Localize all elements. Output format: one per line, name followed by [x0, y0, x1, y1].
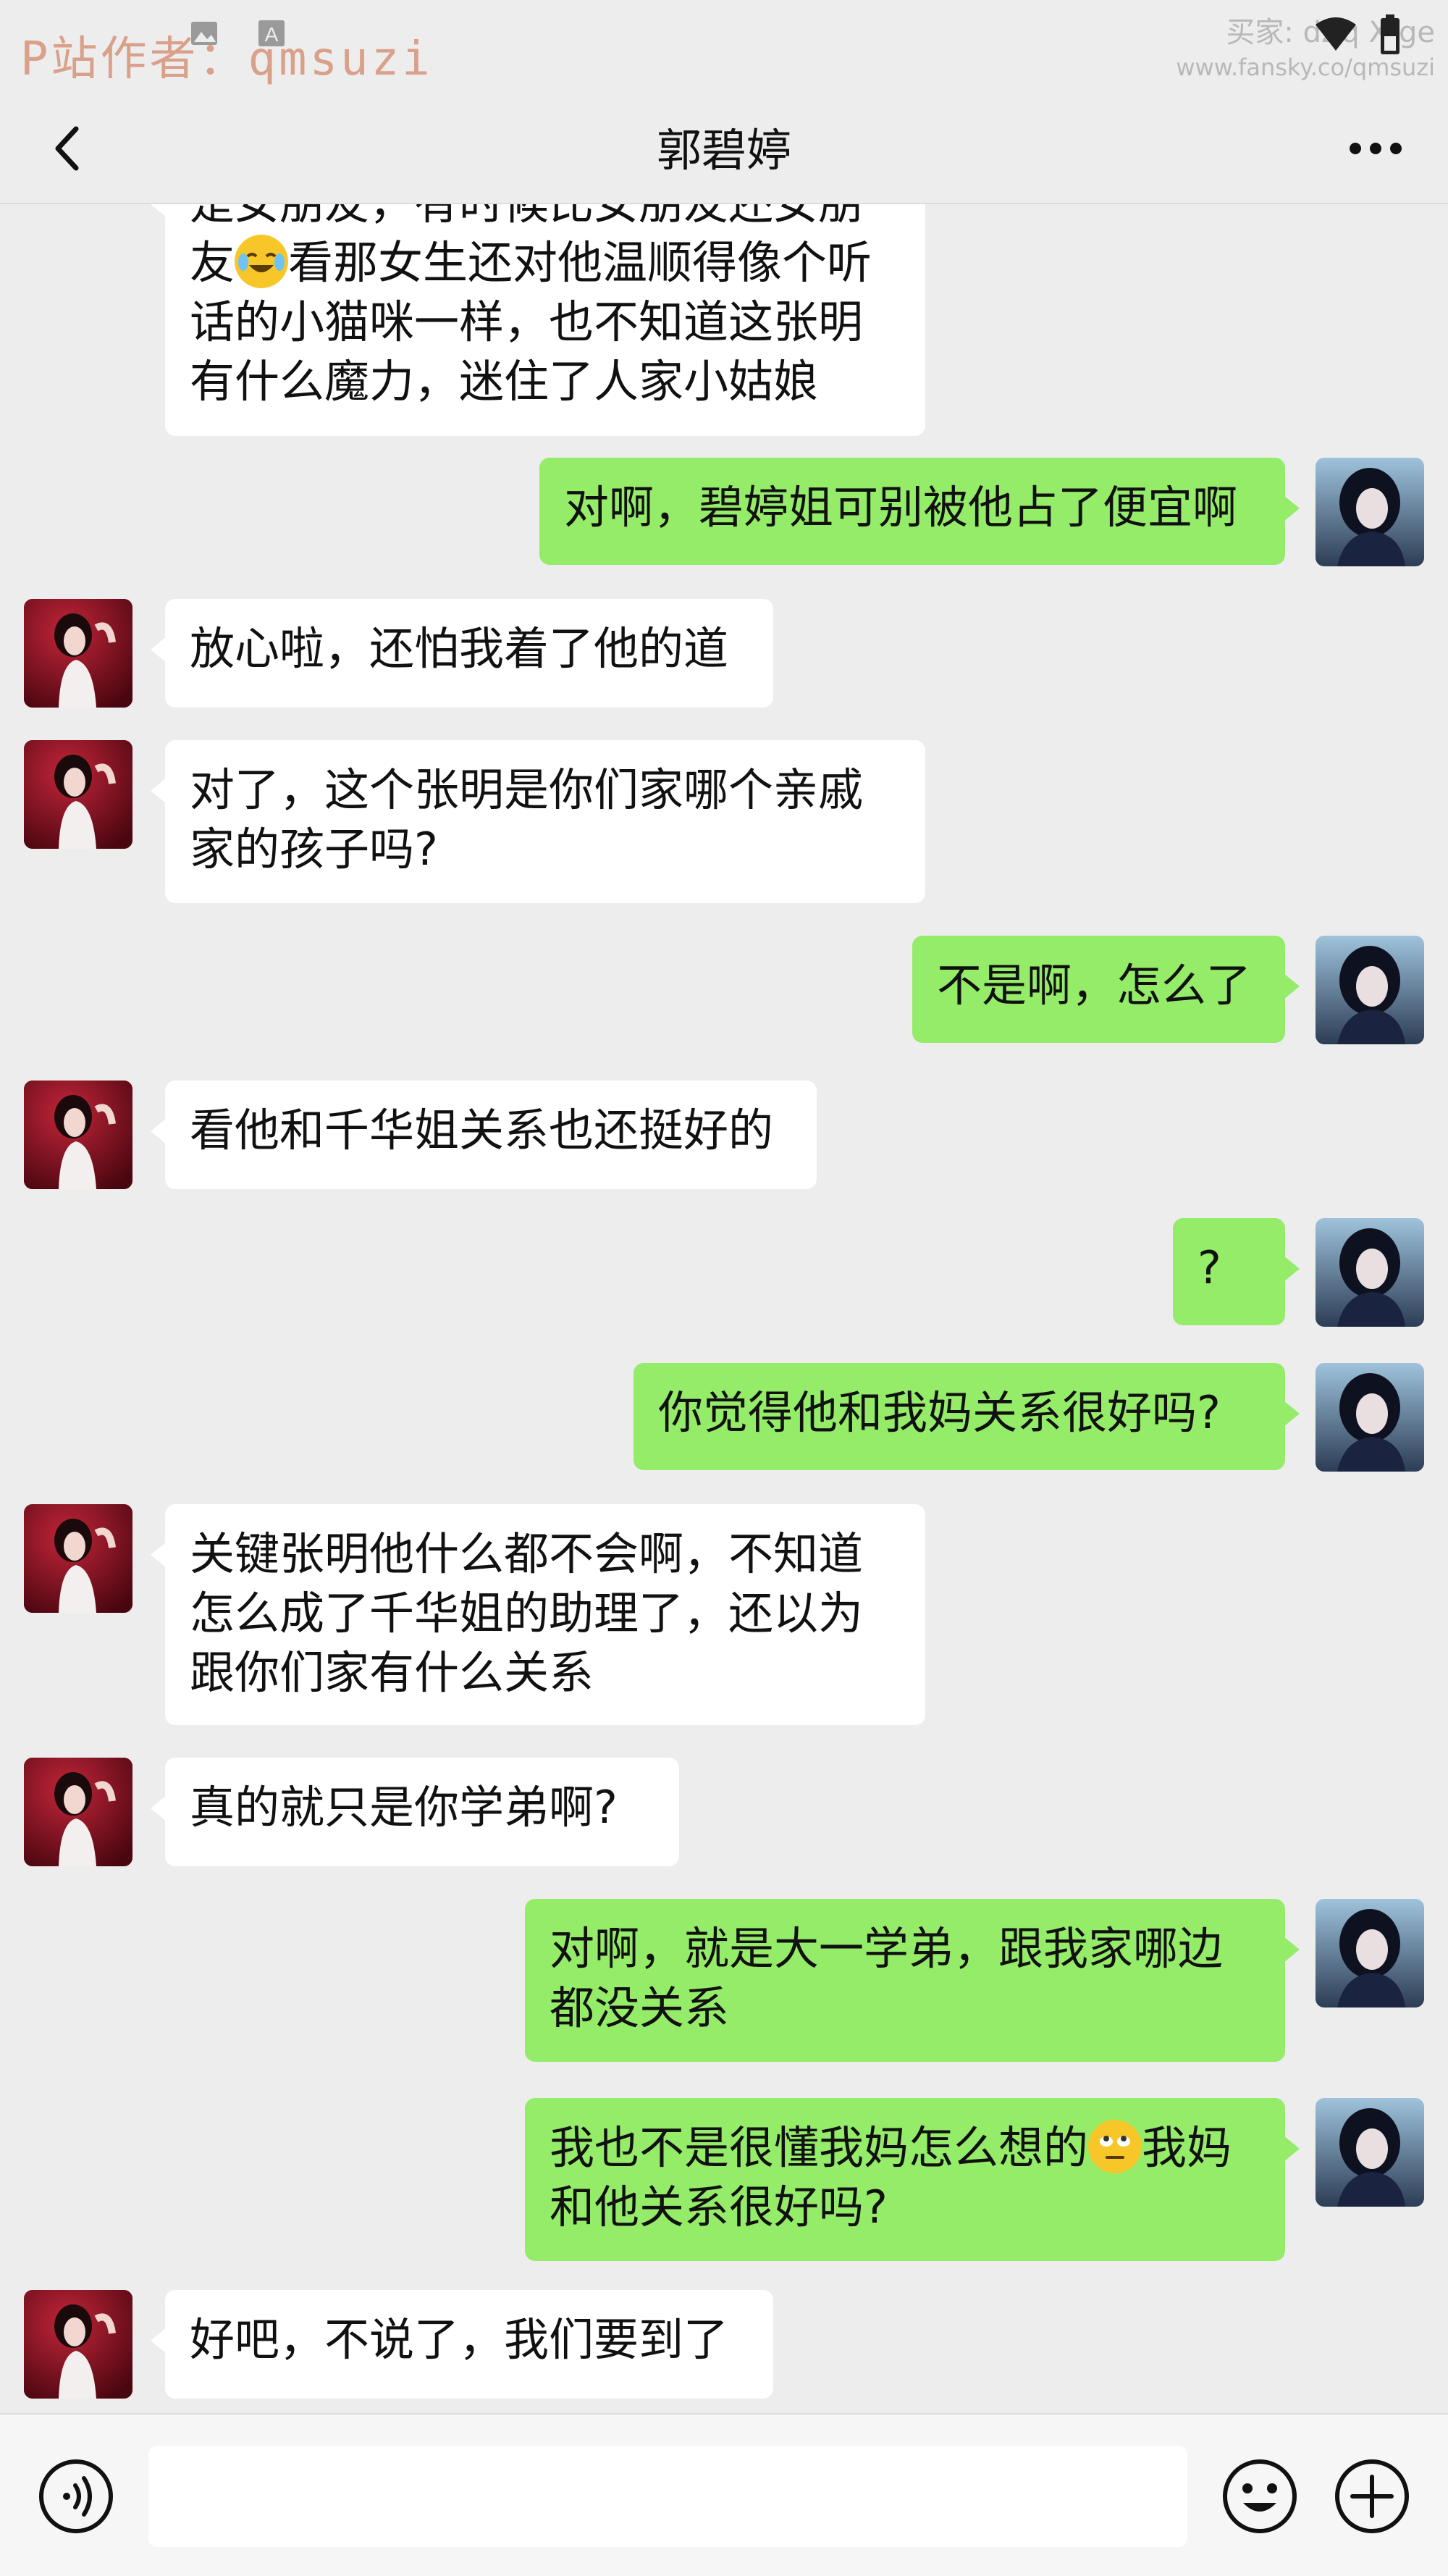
message-text: 对了，这个张明是你们家哪个亲戚 家的孩子吗?	[190, 763, 864, 876]
page-title: 郭碧婷	[656, 124, 791, 177]
outgoing-message-bubble[interactable]: 我也不是很懂我妈怎么想的 我妈 和他关系很好吗?	[525, 2098, 1300, 2261]
message-text: 我也不是很懂我妈怎么想的	[550, 2121, 1089, 2174]
message-text: 好吧，不说了，我们要到了	[190, 2313, 729, 2366]
message-row: 真的就只是你学弟啊?	[0, 1758, 1448, 1866]
svg-text:A: A	[265, 23, 279, 46]
font-icon: A	[258, 20, 285, 46]
message-row: 不是啊，怎么了	[0, 936, 1448, 1044]
message-text: ?	[1197, 1241, 1221, 1294]
message-row: 关键张明他什么都不会啊，不知道 怎么成了千华姐的助理了，还以为 跟你们家有什么关…	[0, 1504, 1448, 1725]
self-avatar[interactable]	[1316, 936, 1424, 1044]
voice-icon[interactable]	[36, 2457, 116, 2536]
plus-icon[interactable]	[1332, 2457, 1412, 2536]
message-row: 你觉得他和我妈关系很好吗?	[0, 1363, 1448, 1472]
self-avatar[interactable]	[1316, 1899, 1424, 2007]
self-avatar[interactable]	[1316, 458, 1424, 566]
outgoing-message-bubble[interactable]: 你觉得他和我妈关系很好吗?	[634, 1363, 1300, 1470]
self-avatar[interactable]	[1316, 2098, 1424, 2207]
message-text: 对啊，就是大一学弟，跟我家哪边 都没关系	[550, 1922, 1224, 2034]
message-text: 真的就只是你学弟啊?	[190, 1781, 618, 1834]
self-avatar[interactable]	[1316, 1363, 1424, 1472]
outgoing-message-bubble[interactable]: ?	[1173, 1218, 1300, 1325]
message-text: 不是啊，怎么了	[937, 959, 1252, 1012]
message-row: 是女朋友，有时候比女朋友还女朋 友看那女生还对他温顺得像个听 话的小猫咪一样，也…	[0, 204, 1448, 436]
incoming-message-bubble[interactable]: 对了，这个张明是你们家哪个亲戚 家的孩子吗?	[151, 740, 925, 903]
message-input[interactable]	[148, 2446, 1187, 2547]
incoming-message-bubble[interactable]: 放心啦，还怕我着了他的道	[151, 599, 773, 708]
battery-icon	[1381, 14, 1399, 54]
smiley-icon[interactable]	[1220, 2457, 1300, 2536]
rolling-eyes-emoji	[1088, 2120, 1142, 2173]
incoming-message-bubble[interactable]: 是女朋友，有时候比女朋友还女朋 友看那女生还对他温顺得像个听 话的小猫咪一样，也…	[151, 204, 925, 436]
more-dots-icon[interactable]	[1339, 116, 1412, 181]
message-text: 看那女生还对他温顺得像个听 话的小猫咪一样，也不知道这张明 有什么魔力，迷住了人…	[190, 236, 872, 408]
message-row: 对啊，碧婷姐可别被他占了便宜啊	[0, 458, 1448, 566]
incoming-message-bubble[interactable]: 真的就只是你学弟啊?	[151, 1758, 679, 1866]
message-row: 我也不是很懂我妈怎么想的 我妈 和他关系很好吗?	[0, 2098, 1448, 2261]
message-row: 放心啦，还怕我着了他的道	[0, 599, 1448, 708]
incoming-message-bubble[interactable]: 看他和千华姐关系也还挺好的	[151, 1081, 817, 1189]
contact-avatar[interactable]	[24, 599, 132, 708]
contact-avatar[interactable]	[24, 1504, 132, 1613]
watermark-url: www.fansky.co/qmsuzi	[1176, 54, 1435, 81]
tears-of-joy-emoji	[235, 235, 289, 288]
contact-avatar[interactable]	[24, 740, 132, 849]
message-row: ?	[0, 1218, 1448, 1327]
message-text: 对啊，碧婷姐可别被他占了便宜啊	[564, 481, 1238, 534]
status-bar: P站作者：qmsuzi A 买家: dZq Xfge www.fansky.co…	[0, 0, 1448, 98]
outgoing-message-bubble[interactable]: 不是啊，怎么了	[912, 936, 1300, 1043]
outgoing-message-bubble[interactable]: 对啊，就是大一学弟，跟我家哪边 都没关系	[525, 1899, 1300, 2062]
contact-avatar[interactable]	[24, 1758, 132, 1866]
message-row: 看他和千华姐关系也还挺好的	[0, 1081, 1448, 1189]
message-text: 看他和千华姐关系也还挺好的	[190, 1104, 774, 1157]
self-avatar[interactable]	[1316, 1218, 1424, 1327]
watermark-author: P站作者：qmsuzi	[20, 33, 433, 86]
contact-avatar[interactable]	[24, 2290, 132, 2399]
incoming-message-bubble[interactable]: 关键张明他什么都不会啊，不知道 怎么成了千华姐的助理了，还以为 跟你们家有什么关…	[151, 1504, 925, 1725]
outgoing-message-bubble[interactable]: 对啊，碧婷姐可别被他占了便宜啊	[539, 458, 1300, 565]
message-list[interactable]: 是女朋友，有时候比女朋友还女朋 友看那女生还对他温顺得像个听 话的小猫咪一样，也…	[0, 204, 1448, 2413]
message-text: 关键张明他什么都不会啊，不知道 怎么成了千华姐的助理了，还以为 跟你们家有什么关…	[190, 1527, 864, 1699]
chat-header: 郭碧婷	[0, 98, 1448, 204]
wifi-icon	[1316, 17, 1356, 51]
message-row: 对了，这个张明是你们家哪个亲戚 家的孩子吗?	[0, 740, 1448, 903]
message-text: 你觉得他和我妈关系很好吗?	[658, 1386, 1221, 1439]
message-row: 对啊，就是大一学弟，跟我家哪边 都没关系	[0, 1899, 1448, 2062]
message-text: 放心啦，还怕我着了他的道	[190, 622, 729, 675]
input-bar	[0, 2413, 1448, 2576]
contact-avatar[interactable]	[24, 1081, 132, 1189]
message-row: 好吧，不说了，我们要到了	[0, 2290, 1448, 2399]
image-icon	[191, 22, 217, 45]
incoming-message-bubble[interactable]: 好吧，不说了，我们要到了	[151, 2290, 773, 2399]
